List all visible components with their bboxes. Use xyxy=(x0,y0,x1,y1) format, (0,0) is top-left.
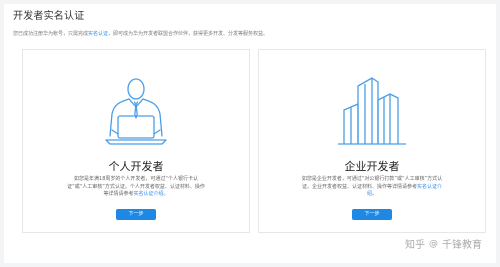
office-buildings-icon xyxy=(259,74,485,152)
personal-developer-title: 个人开发者 xyxy=(108,160,164,173)
watermark: 知乎 @ 千锋教育 xyxy=(405,236,482,252)
realname-auth-link[interactable]: 实名认证 xyxy=(88,31,108,37)
watermark-brand: 知乎 xyxy=(405,240,425,251)
watermark-at: @ xyxy=(429,238,438,249)
realname-intro-link[interactable]: 实名认证介绍 xyxy=(133,191,163,197)
subtitle-prefix: 您已成功注册华为帐号，只需完成 xyxy=(13,31,89,37)
enterprise-developer-description: 如您是企业开发者，可通过“对公银行打款”或“人工审核”方式认证。企业开发者权益、… xyxy=(301,176,443,199)
person-at-laptop-icon xyxy=(23,74,249,152)
desc-suffix: 。 xyxy=(372,191,378,197)
personal-next-button[interactable]: 下一步 xyxy=(116,209,156,220)
personal-developer-description: 如您是年满18周岁的个人开发者，可通过“个人银行卡认证”或“人工审核”方式认证。… xyxy=(65,176,207,199)
enterprise-next-button[interactable]: 下一步 xyxy=(352,209,392,220)
page-header: 开发者实名认证 您已成功注册华为帐号，只需完成实名认证，即可成为华为开发者联盟合… xyxy=(13,11,268,38)
page-title: 开发者实名认证 xyxy=(13,11,85,22)
subtitle-suffix: ，即可成为华为开发者联盟合作伙伴，获得更多开发、分发等服务权益。 xyxy=(108,31,269,37)
enterprise-developer-title: 企业开发者 xyxy=(344,160,400,173)
personal-developer-card[interactable]: 个人开发者 如您是年满18周岁的个人开发者，可通过“个人银行卡认证”或“人工审核… xyxy=(22,49,250,233)
main-panel: 开发者实名认证 您已成功注册华为帐号，只需完成实名认证，即可成为华为开发者联盟合… xyxy=(4,4,496,263)
page-subtitle: 您已成功注册华为帐号，只需完成实名认证，即可成为华为开发者联盟合作伙伴，获得更多… xyxy=(13,31,268,38)
watermark-name: 千锋教育 xyxy=(442,240,482,251)
enterprise-developer-card[interactable]: 企业开发者 如您是企业开发者，可通过“对公银行打款”或“人工审核”方式认证。企业… xyxy=(258,49,486,233)
desc-suffix: 。 xyxy=(163,191,169,197)
